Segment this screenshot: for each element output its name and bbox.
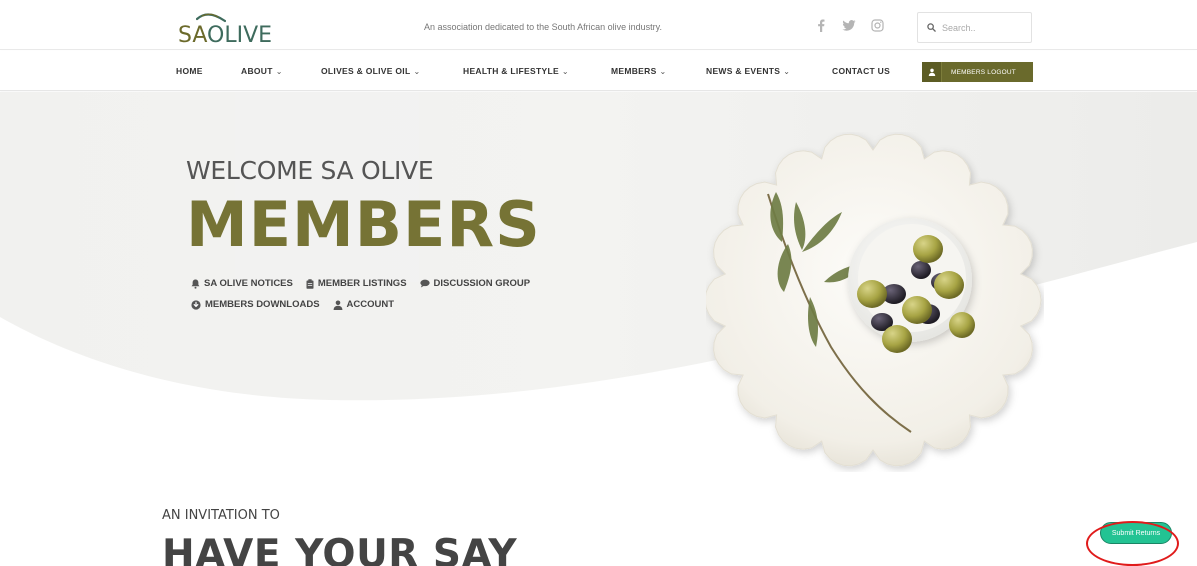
welcome-heading: WELCOME SA OLIVE <box>186 156 434 185</box>
members-hero: WELCOME SA OLIVE MEMBERS SA OLIVE NOTICE… <box>0 92 1197 566</box>
olive-bowl-photo <box>706 133 1042 467</box>
sa-olive-notices-label: SA OLIVE NOTICES <box>204 278 293 289</box>
logo-swoosh-icon <box>196 13 226 23</box>
member-listings-label: MEMBER LISTINGS <box>317 278 407 289</box>
chevron-down-icon: ⌄ <box>783 67 791 76</box>
account-link[interactable]: ACCOUNT <box>333 299 395 310</box>
logo-wordmark: SAOLIVE <box>178 23 272 48</box>
twitter-icon[interactable] <box>842 18 856 32</box>
nav-home[interactable]: HOME <box>176 66 203 76</box>
logo-olive-text: OLIVE <box>207 23 273 48</box>
chevron-down-icon: ⌄ <box>561 67 569 76</box>
nav-olives-label: OLIVES & OLIVE OIL <box>321 66 411 76</box>
facebook-icon[interactable] <box>814 18 828 32</box>
members-downloads-label: MEMBERS DOWNLOADS <box>205 299 320 310</box>
nav-news-label: NEWS & EVENTS <box>706 66 781 76</box>
members-downloads-link[interactable]: MEMBERS DOWNLOADS <box>191 299 320 310</box>
user-icon <box>333 300 342 310</box>
account-label: ACCOUNT <box>346 299 395 310</box>
nav-contact-us[interactable]: CONTACT US <box>832 66 890 76</box>
clipboard-icon <box>306 278 314 289</box>
nav-about[interactable]: ABOUT ⌄ <box>241 66 283 76</box>
download-icon <box>191 299 201 310</box>
chevron-down-icon: ⌄ <box>413 67 421 76</box>
main-nav: HOME ABOUT ⌄ OLIVES & OLIVE OIL ⌄ HEALTH &… <box>0 51 1197 91</box>
chevron-down-icon: ⌄ <box>275 67 283 76</box>
nav-about-label: ABOUT <box>241 66 273 76</box>
user-icon <box>922 62 942 82</box>
nav-members-label: MEMBERS <box>611 66 657 76</box>
chevron-down-icon: ⌄ <box>659 67 667 76</box>
logo-sa-text: SA <box>178 23 208 48</box>
nav-contact-label: CONTACT US <box>832 66 891 76</box>
social-links <box>814 18 884 32</box>
nav-health-lifestyle[interactable]: HEALTH & LIFESTYLE ⌄ <box>463 66 569 76</box>
instagram-icon[interactable] <box>870 18 884 32</box>
member-listings-link[interactable]: MEMBER LISTINGS <box>306 278 407 289</box>
members-logout-label: MEMBERS LOGOUT <box>951 68 1016 76</box>
invitation-heading: HAVE YOUR SAY <box>162 532 518 566</box>
top-bar: SAOLIVE An association dedicated to the … <box>0 0 1197 50</box>
discussion-group-label: DISCUSSION GROUP <box>433 278 531 289</box>
nav-news-events[interactable]: NEWS & EVENTS ⌄ <box>706 66 790 76</box>
members-title: MEMBERS <box>186 188 541 261</box>
submit-returns-button[interactable]: Submit Returns <box>1100 522 1172 544</box>
invitation-kicker: AN INVITATION TO <box>162 508 280 523</box>
sa-olive-notices-link[interactable]: SA OLIVE NOTICES <box>191 278 293 289</box>
members-links-row-1: SA OLIVE NOTICES MEMBER LISTINGS DISCUSS… <box>191 278 530 289</box>
tagline: An association dedicated to the South Af… <box>424 22 662 32</box>
nav-olives-olive-oil[interactable]: OLIVES & OLIVE OIL ⌄ <box>321 66 420 76</box>
search-box[interactable] <box>917 12 1032 43</box>
members-links-row-2: MEMBERS DOWNLOADS ACCOUNT <box>191 299 394 310</box>
nav-home-label: HOME <box>176 66 203 76</box>
members-logout-button[interactable]: MEMBERS LOGOUT <box>922 62 1033 82</box>
nav-health-label: HEALTH & LIFESTYLE <box>463 66 559 76</box>
search-icon <box>927 23 936 32</box>
chat-icon <box>419 279 430 288</box>
nav-members[interactable]: MEMBERS ⌄ <box>611 66 667 76</box>
discussion-group-link[interactable]: DISCUSSION GROUP <box>419 278 531 289</box>
saolive-logo[interactable]: SAOLIVE <box>176 11 276 48</box>
search-input[interactable] <box>942 22 1012 33</box>
bell-icon <box>191 279 200 289</box>
